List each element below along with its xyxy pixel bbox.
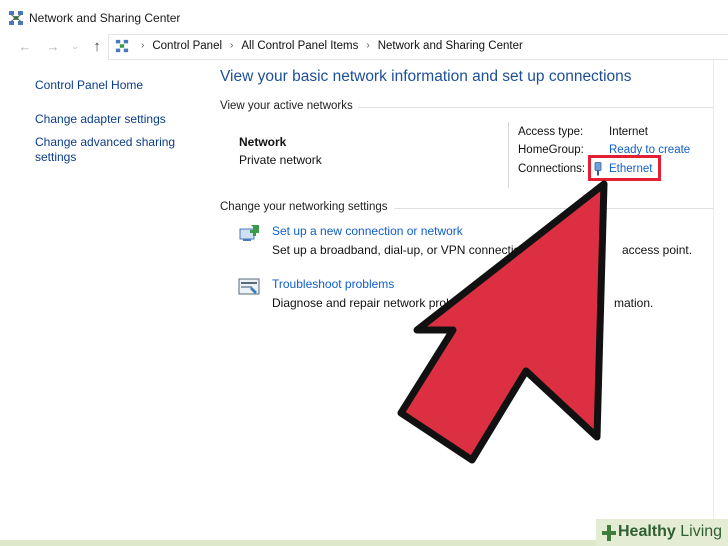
leaf-plus-icon xyxy=(602,525,616,541)
breadcrumb-item-control-panel[interactable]: Control Panel xyxy=(152,40,222,52)
section-divider xyxy=(394,208,713,209)
setup-connection-description-tail: access point. xyxy=(622,243,693,257)
window-title: Network and Sharing Center xyxy=(29,11,181,25)
chevron-down-icon[interactable]: ⌄ xyxy=(66,37,84,55)
watermark-brand: Healthy xyxy=(618,523,676,540)
pane-edge xyxy=(713,60,714,540)
access-type-label: Access type: xyxy=(518,126,584,138)
vertical-divider xyxy=(508,122,509,188)
network-sharing-center-window: Network and Sharing Center ← → ⌄ ↑ › Con… xyxy=(0,0,728,540)
troubleshoot-description: Diagnose and repair network proble xyxy=(272,296,463,310)
network-setup-icon xyxy=(239,225,259,241)
networking-settings-heading: Change your networking settings xyxy=(220,201,388,213)
setup-connection-link[interactable]: Set up a new connection or network xyxy=(272,224,463,238)
ethernet-highlight-box xyxy=(588,155,661,181)
watermark: Healthy Living xyxy=(596,519,728,546)
sidebar-item-control-panel-home[interactable]: Control Panel Home xyxy=(35,78,143,93)
sidebar-item-adapter-settings[interactable]: Change adapter settings xyxy=(35,112,166,127)
watermark-brand-light: Living xyxy=(680,523,723,540)
network-name: Network xyxy=(239,135,287,149)
network-type: Private network xyxy=(239,153,322,167)
chevron-right-icon[interactable]: › xyxy=(230,40,233,52)
breadcrumb[interactable]: › Control Panel › All Control Panel Item… xyxy=(108,34,728,60)
page-title: View your basic network information and … xyxy=(220,68,632,85)
active-networks-heading: View your active networks xyxy=(220,100,353,112)
sidebar-item-advanced-sharing[interactable]: Change advanced sharing settings xyxy=(35,135,185,165)
forward-arrow-icon[interactable]: → xyxy=(44,37,62,55)
troubleshoot-link[interactable]: Troubleshoot problems xyxy=(272,277,394,291)
network-center-icon xyxy=(115,39,129,53)
network-center-icon xyxy=(9,11,23,25)
address-bar: ← → ⌄ ↑ › Control Panel › All Control Pa… xyxy=(0,34,728,60)
section-divider xyxy=(358,107,713,108)
troubleshoot-icon xyxy=(238,278,260,295)
up-arrow-icon[interactable]: ↑ xyxy=(88,37,106,55)
troubleshoot-description-tail: mation. xyxy=(614,296,654,310)
title-bar: Network and Sharing Center xyxy=(0,0,728,34)
setup-connection-description: Set up a broadband, dial-up, or VPN conn… xyxy=(272,243,541,257)
homegroup-label: HomeGroup: xyxy=(518,144,584,156)
access-type-value: Internet xyxy=(609,126,648,138)
chevron-right-icon[interactable]: › xyxy=(141,40,144,52)
watermark-text: Healthy Living xyxy=(618,523,722,541)
connections-label: Connections: xyxy=(518,163,586,175)
breadcrumb-item-network-center[interactable]: Network and Sharing Center xyxy=(378,40,523,52)
back-arrow-icon[interactable]: ← xyxy=(16,37,34,55)
chevron-right-icon[interactable]: › xyxy=(366,40,369,52)
breadcrumb-item-all-items[interactable]: All Control Panel Items xyxy=(241,40,358,52)
